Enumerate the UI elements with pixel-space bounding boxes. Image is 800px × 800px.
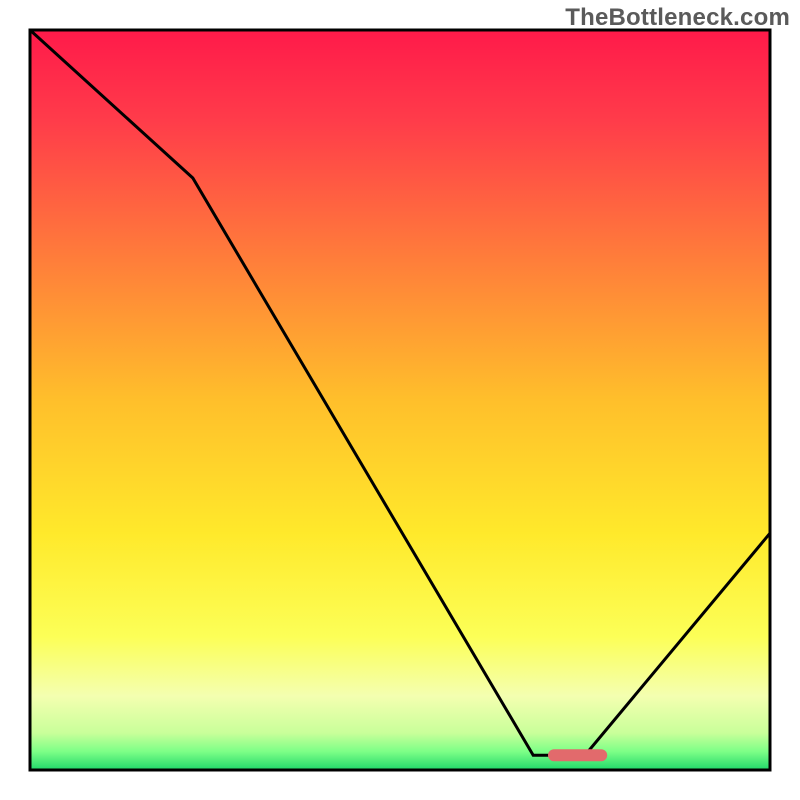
chart-container: TheBottleneck.com — [0, 0, 800, 800]
watermark-text: TheBottleneck.com — [565, 4, 790, 32]
chart-background — [30, 30, 770, 770]
optimal-marker — [548, 749, 607, 761]
bottleneck-chart — [0, 0, 800, 800]
